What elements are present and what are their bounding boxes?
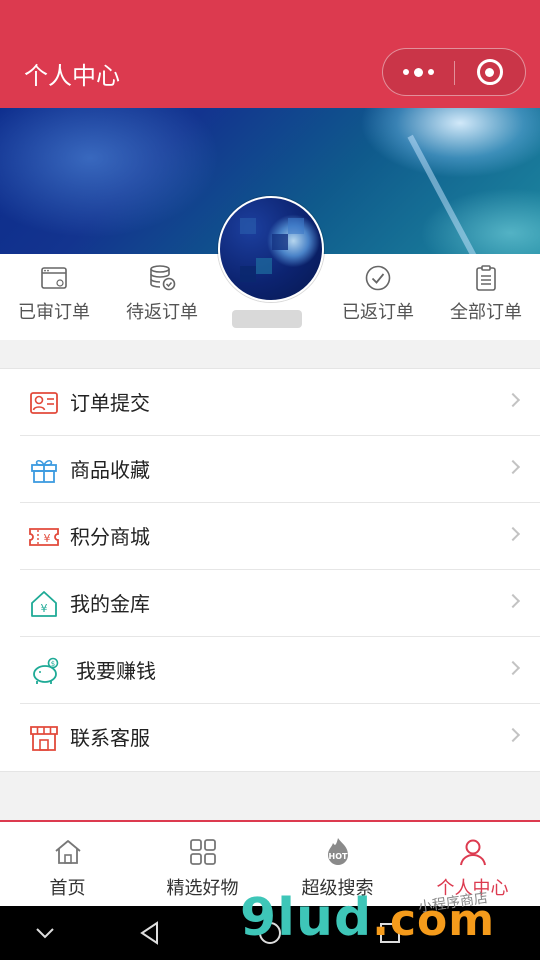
svg-text:HOT: HOT — [329, 852, 348, 861]
order-status-all[interactable]: 全部订单 — [432, 254, 540, 340]
order-status-label: 已返订单 — [342, 302, 414, 323]
clipboard-icon — [476, 265, 496, 291]
page-title: 个人中心 — [24, 62, 120, 90]
menu-item-vault[interactable]: ¥ 我的金库 — [0, 570, 540, 637]
gift-icon — [31, 459, 57, 483]
chevron-right-icon — [505, 459, 521, 475]
chevron-right-icon — [505, 727, 521, 743]
menu-item-label: 我要赚钱 — [76, 659, 156, 683]
id-card-user-icon — [30, 392, 58, 414]
chevron-right-icon — [505, 593, 521, 609]
order-status-label: 待返订单 — [126, 302, 198, 323]
browser-window-icon — [41, 267, 67, 289]
close-miniprogram-button[interactable] — [454, 49, 525, 95]
menu-item-label: 商品收藏 — [70, 458, 150, 482]
order-status-approved[interactable]: 已审订单 — [0, 254, 108, 340]
chevron-right-icon — [505, 660, 521, 676]
menu-item-earn-money[interactable]: $ 我要赚钱 — [0, 637, 540, 704]
menu-item-favorites[interactable]: 商品收藏 — [0, 436, 540, 503]
top-bar: 个人中心 — [0, 0, 540, 108]
svg-text:¥: ¥ — [44, 532, 51, 545]
more-dot-icon — [403, 69, 409, 75]
menu-list: 订单提交 商品收藏 ¥ 积分商城 ¥ 我的金库 $ 我要赚钱 联系客服 — [0, 368, 540, 772]
more-dot-icon — [428, 69, 434, 75]
chevron-down-icon[interactable] — [30, 918, 60, 948]
avatar[interactable] — [218, 196, 324, 302]
hot-flame-icon: HOT — [328, 838, 348, 865]
store-front-icon — [30, 726, 58, 751]
piggy-bank-icon: $ — [33, 657, 59, 684]
order-status-pending-return[interactable]: 待返订单 — [108, 254, 216, 340]
tab-home[interactable]: 首页 — [0, 822, 135, 908]
back-triangle-icon[interactable] — [136, 918, 166, 948]
chevron-right-icon — [505, 526, 521, 542]
target-circle-icon — [476, 59, 503, 85]
nickname-blurred — [232, 310, 302, 328]
svg-text:¥: ¥ — [41, 602, 48, 615]
svg-text:$: $ — [51, 660, 55, 668]
check-circle-icon — [365, 265, 391, 291]
chevron-right-icon — [505, 392, 521, 408]
user-icon — [460, 839, 486, 866]
coin-stack-check-icon — [150, 265, 176, 291]
more-dot-icon — [414, 67, 423, 77]
menu-item-label: 联系客服 — [70, 726, 150, 750]
menu-item-customer-service[interactable]: 联系客服 — [0, 704, 540, 771]
grid-icon — [190, 839, 216, 865]
miniprogram-capsule — [382, 48, 526, 96]
coupon-ticket-icon: ¥ — [29, 528, 59, 546]
tab-label: 首页 — [49, 878, 86, 899]
more-menu-button[interactable] — [383, 49, 454, 95]
menu-item-points-mall[interactable]: ¥ 积分商城 — [0, 503, 540, 570]
home-icon — [55, 840, 81, 864]
menu-item-label: 订单提交 — [70, 391, 150, 415]
menu-item-order-submit[interactable]: 订单提交 — [0, 369, 540, 436]
menu-item-label: 我的金库 — [70, 592, 150, 616]
order-status-label: 全部订单 — [450, 302, 522, 323]
menu-item-label: 积分商城 — [70, 525, 150, 549]
order-status-returned[interactable]: 已返订单 — [324, 254, 432, 340]
house-yuan-icon: ¥ — [31, 591, 57, 617]
order-status-label: 已审订单 — [18, 302, 90, 323]
